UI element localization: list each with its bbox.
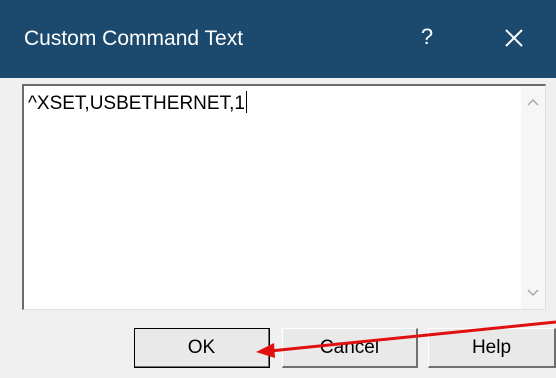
command-text: ^XSET,USBETHERNET,1 xyxy=(28,91,247,116)
command-value: ^XSET,USBETHERNET,1 xyxy=(28,93,245,114)
ok-button[interactable]: OK xyxy=(134,328,270,368)
help-button[interactable]: Help xyxy=(428,328,556,368)
command-textarea[interactable]: ^XSET,USBETHERNET,1 xyxy=(22,84,546,310)
title-bar[interactable]: Custom Command Text ? xyxy=(0,0,556,78)
text-caret xyxy=(245,91,247,113)
cancel-button[interactable]: Cancel xyxy=(282,328,418,368)
chevron-down-icon[interactable] xyxy=(521,283,545,303)
dialog-title: Custom Command Text xyxy=(24,27,244,50)
vertical-scrollbar[interactable] xyxy=(521,86,545,309)
close-icon[interactable] xyxy=(496,20,532,56)
chevron-up-icon[interactable] xyxy=(521,92,545,112)
custom-command-dialog: Custom Command Text ? ^XSET,USBETHERNET,… xyxy=(0,0,556,378)
help-icon[interactable]: ? xyxy=(415,22,439,52)
